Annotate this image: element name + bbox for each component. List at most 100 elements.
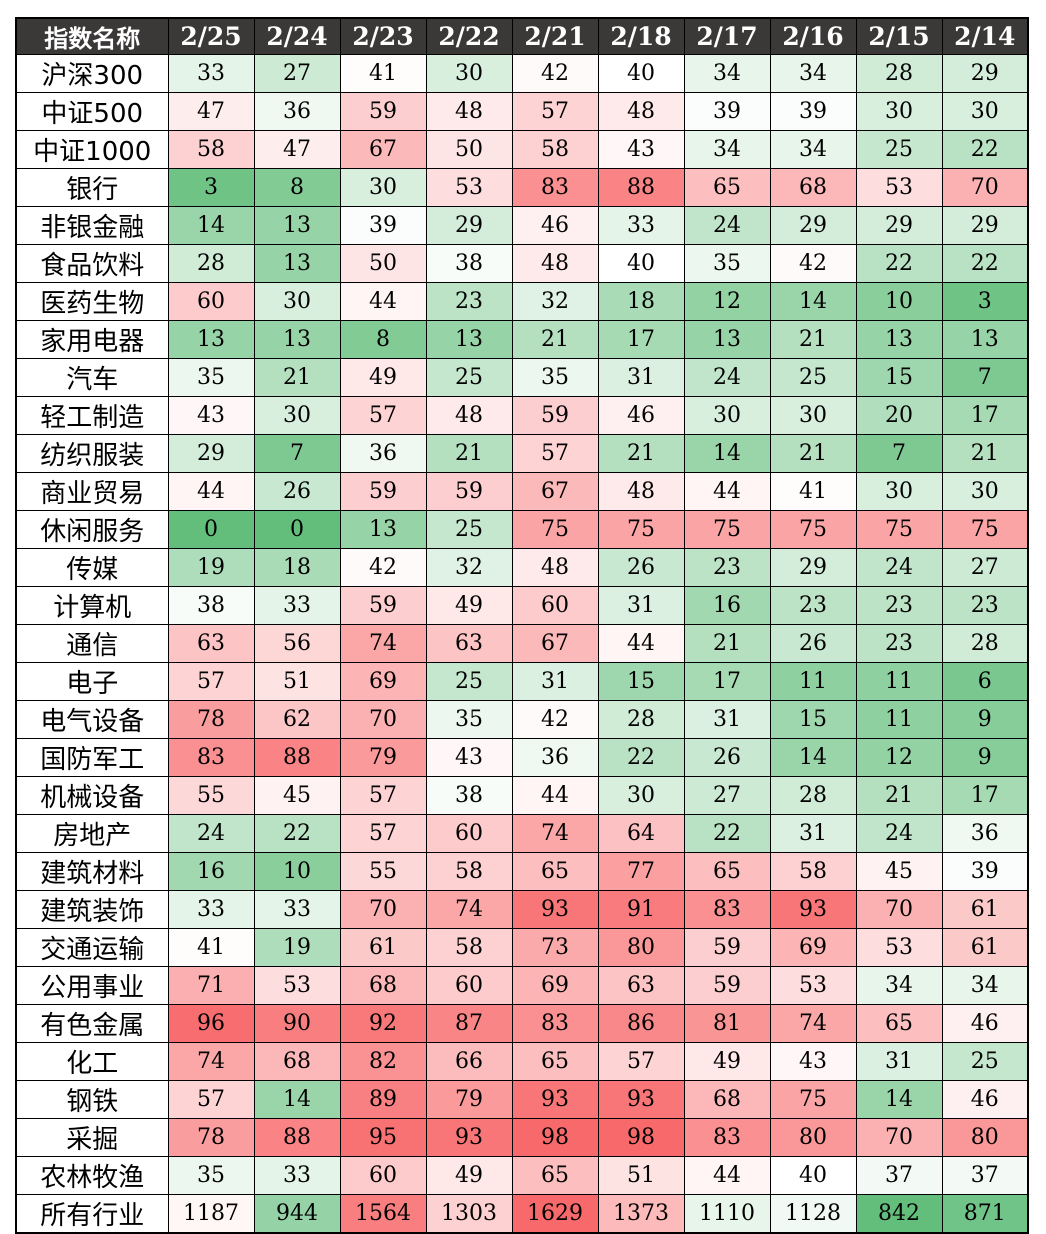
heatmap-cell: 16 [167,852,255,891]
heatmap-cell: 51 [597,1156,685,1195]
heatmap-cell: 19 [253,928,341,967]
heatmap-cell: 31 [769,814,857,853]
heatmap-cell: 75 [769,1080,857,1119]
heatmap-cell: 59 [511,396,599,435]
heatmap-cell: 26 [597,548,685,587]
heatmap-cell: 28 [769,776,857,815]
heatmap-cell: 21 [769,320,857,359]
heatmap-cell: 81 [683,1004,771,1043]
heatmap-cell: 53 [855,928,943,967]
heatmap-cell: 26 [769,624,857,663]
heatmap-cell: 46 [511,206,599,245]
table-row: 钢铁 57 14 89 79 93 93 68 75 14 46 [15,1080,1029,1119]
heatmap-cell: 23 [855,624,943,663]
heatmap-cell: 17 [941,776,1029,815]
heatmap-cell: 17 [941,396,1029,435]
heatmap-cell: 26 [253,472,341,511]
column-header: 2/17 [683,17,771,55]
heatmap-cell: 48 [597,472,685,511]
heatmap-cell: 69 [511,966,599,1005]
heatmap-cell: 31 [511,662,599,701]
table-row: 沪深300 33 27 41 30 42 40 34 34 28 29 [15,54,1029,93]
heatmap-cell: 37 [855,1156,943,1195]
heatmap-cell: 39 [339,206,427,245]
heatmap-cell: 25 [855,130,943,169]
heatmap-cell: 24 [167,814,255,853]
table-row: 商业贸易 44 26 59 59 67 48 44 41 30 30 [15,472,1029,511]
heatmap-cell: 57 [167,662,255,701]
heatmap-cell: 22 [683,814,771,853]
heatmap-cell: 29 [769,548,857,587]
heatmap-cell: 70 [941,168,1029,207]
row-label: 沪深300 [15,54,169,93]
table-row: 医药生物 60 30 44 23 32 18 12 14 10 3 [15,282,1029,321]
heatmap-cell: 33 [167,54,255,93]
heatmap-cell: 68 [339,966,427,1005]
heatmap-cell: 53 [253,966,341,1005]
heatmap-cell: 82 [339,1042,427,1081]
heatmap-cell: 57 [339,396,427,435]
heatmap-cell: 57 [597,1042,685,1081]
table-row: 非银金融 14 13 39 29 46 33 24 29 29 29 [15,206,1029,245]
table-row: 采掘 78 88 95 93 98 98 83 80 70 80 [15,1118,1029,1157]
heatmap-cell: 53 [769,966,857,1005]
heatmap-cell: 70 [339,700,427,739]
heatmap-cell: 28 [597,700,685,739]
heatmap-cell: 22 [855,244,943,283]
heatmap-cell: 28 [855,54,943,93]
heatmap-cell: 25 [425,662,513,701]
heatmap-cell: 44 [167,472,255,511]
heatmap-cell: 68 [253,1042,341,1081]
table-row: 纺织服装 29 7 36 21 57 21 14 21 7 21 [15,434,1029,473]
heatmap-cell: 7 [941,358,1029,397]
heatmap-cell: 39 [683,92,771,131]
heatmap-cell: 50 [339,244,427,283]
heatmap-cell: 42 [339,548,427,587]
table-row: 汽车 35 21 49 25 35 31 24 25 15 7 [15,358,1029,397]
column-header: 2/25 [167,17,255,55]
heatmap-cell: 21 [855,776,943,815]
header-row: 指数名称 2/25 2/24 2/23 2/22 2/21 2/18 2/17 2/16 2/1… [15,17,1029,55]
heatmap-cell: 13 [855,320,943,359]
heatmap-cell: 1187 [167,1194,255,1234]
heatmap-cell: 53 [425,168,513,207]
heatmap-cell: 14 [253,1080,341,1119]
heatmap-cell: 83 [167,738,255,777]
heatmap-cell: 0 [253,510,341,549]
table-row: 交通运输 41 19 61 58 73 80 59 69 53 61 [15,928,1029,967]
table-row: 国防军工 83 88 79 43 36 22 26 14 12 9 [15,738,1029,777]
heatmap-cell: 57 [339,814,427,853]
heatmap-cell: 35 [167,358,255,397]
heatmap-cell: 13 [339,510,427,549]
heatmap-cell: 7 [855,434,943,473]
corner-label: 指数名称 [15,17,169,55]
heatmap-cell: 13 [941,320,1029,359]
heatmap-cell: 63 [167,624,255,663]
heatmap-cell: 49 [683,1042,771,1081]
heatmap-cell: 67 [511,624,599,663]
heatmap-cell: 8 [253,168,341,207]
heatmap-cell: 10 [855,282,943,321]
heatmap-cell: 75 [769,510,857,549]
row-label: 机械设备 [15,776,169,815]
heatmap-cell: 83 [511,1004,599,1043]
table-row: 公用事业 71 53 68 60 69 63 59 53 34 34 [15,966,1029,1005]
heatmap-cell: 48 [511,548,599,587]
heatmap-cell: 30 [769,396,857,435]
heatmap-cell: 31 [855,1042,943,1081]
heatmap-cell: 59 [683,966,771,1005]
heatmap-cell: 14 [769,738,857,777]
heatmap-cell: 63 [597,966,685,1005]
heatmap-cell: 34 [683,130,771,169]
table-row: 所有行业 1187 944 1564 1303 1629 1373 1110 1128 842 87… [15,1194,1029,1234]
heatmap-cell: 68 [769,168,857,207]
heatmap-cell: 80 [597,928,685,967]
row-label: 建筑材料 [15,852,169,891]
row-label: 计算机 [15,586,169,625]
heatmap-cell: 15 [855,358,943,397]
heatmap-cell: 93 [597,1080,685,1119]
heatmap-cell: 74 [511,814,599,853]
heatmap-cell: 29 [941,206,1029,245]
row-label: 医药生物 [15,282,169,321]
heatmap-cell: 30 [855,472,943,511]
